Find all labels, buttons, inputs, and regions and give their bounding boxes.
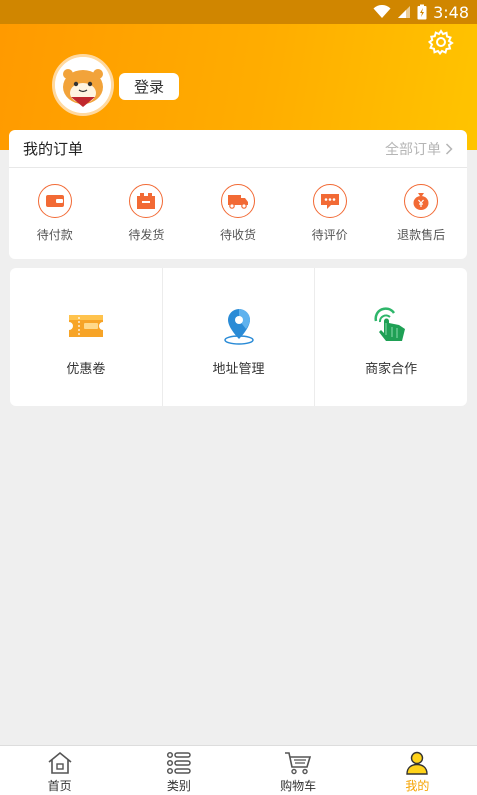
gear-icon[interactable] [427, 28, 455, 56]
order-status-row: 待付款 待发货 待收货 待评价 退款售后 [9, 168, 467, 258]
order-pending-receipt[interactable]: 待收货 [192, 168, 284, 258]
login-button[interactable]: 登录 [119, 73, 179, 100]
list-icon [166, 751, 191, 775]
nav-cart[interactable]: 购物车 [239, 746, 358, 795]
bottom-nav: 首页 类别 购物车 我的 [0, 745, 477, 795]
status-bar: 3:48 [0, 0, 477, 24]
nav-label: 类别 [166, 779, 191, 793]
touch-hand-icon [371, 306, 411, 346]
cart-icon [285, 752, 312, 775]
nav-label: 首页 [47, 779, 72, 793]
comment-icon [312, 184, 347, 218]
order-label: 待付款 [36, 228, 73, 242]
nav-home[interactable]: 首页 [0, 746, 119, 795]
nav-category[interactable]: 类别 [119, 746, 238, 795]
location-pin-icon [219, 306, 259, 346]
money-bag-icon [404, 184, 439, 218]
merchant-cooperation-service[interactable]: 商家合作 [315, 268, 467, 406]
order-pending-payment[interactable]: 待付款 [9, 168, 101, 258]
signal-icon [398, 6, 411, 18]
service-label: 地址管理 [212, 362, 265, 377]
order-refund[interactable]: 退款售后 [375, 168, 467, 258]
nav-label: 购物车 [280, 779, 317, 793]
avatar[interactable] [52, 54, 114, 116]
address-service[interactable]: 地址管理 [163, 268, 316, 406]
coupon-service[interactable]: 优惠卷 [10, 268, 163, 406]
truck-icon [220, 184, 255, 218]
all-orders-link[interactable]: 全部订单 [385, 139, 453, 159]
wallet-icon [37, 184, 72, 218]
orders-card: 我的订单 全部订单 待付款 待发货 待收货 待评价 退款售后 [9, 130, 467, 259]
user-icon [406, 751, 429, 775]
order-pending-shipment[interactable]: 待发货 [101, 168, 193, 258]
order-label: 退款售后 [397, 228, 446, 242]
all-orders-label: 全部订单 [385, 141, 441, 158]
chevron-right-icon [445, 142, 453, 155]
nav-label: 我的 [405, 779, 430, 793]
orders-header: 我的订单 全部订单 [9, 130, 467, 168]
package-icon [129, 184, 164, 218]
status-time: 3:48 [433, 2, 469, 22]
home-icon [48, 751, 72, 774]
service-label: 商家合作 [365, 362, 418, 377]
order-pending-review[interactable]: 待评价 [284, 168, 376, 258]
services-card: 优惠卷 地址管理 商家合作 [10, 268, 467, 406]
hamster-avatar-icon [55, 57, 111, 113]
service-label: 优惠卷 [66, 362, 106, 377]
wifi-icon [373, 5, 391, 18]
order-label: 待收货 [219, 228, 256, 242]
order-label: 待发货 [128, 228, 165, 242]
nav-mine[interactable]: 我的 [358, 746, 477, 795]
coupon-icon [66, 306, 106, 346]
battery-icon [417, 4, 427, 20]
orders-title: 我的订单 [23, 140, 84, 158]
order-label: 待评价 [311, 228, 348, 242]
